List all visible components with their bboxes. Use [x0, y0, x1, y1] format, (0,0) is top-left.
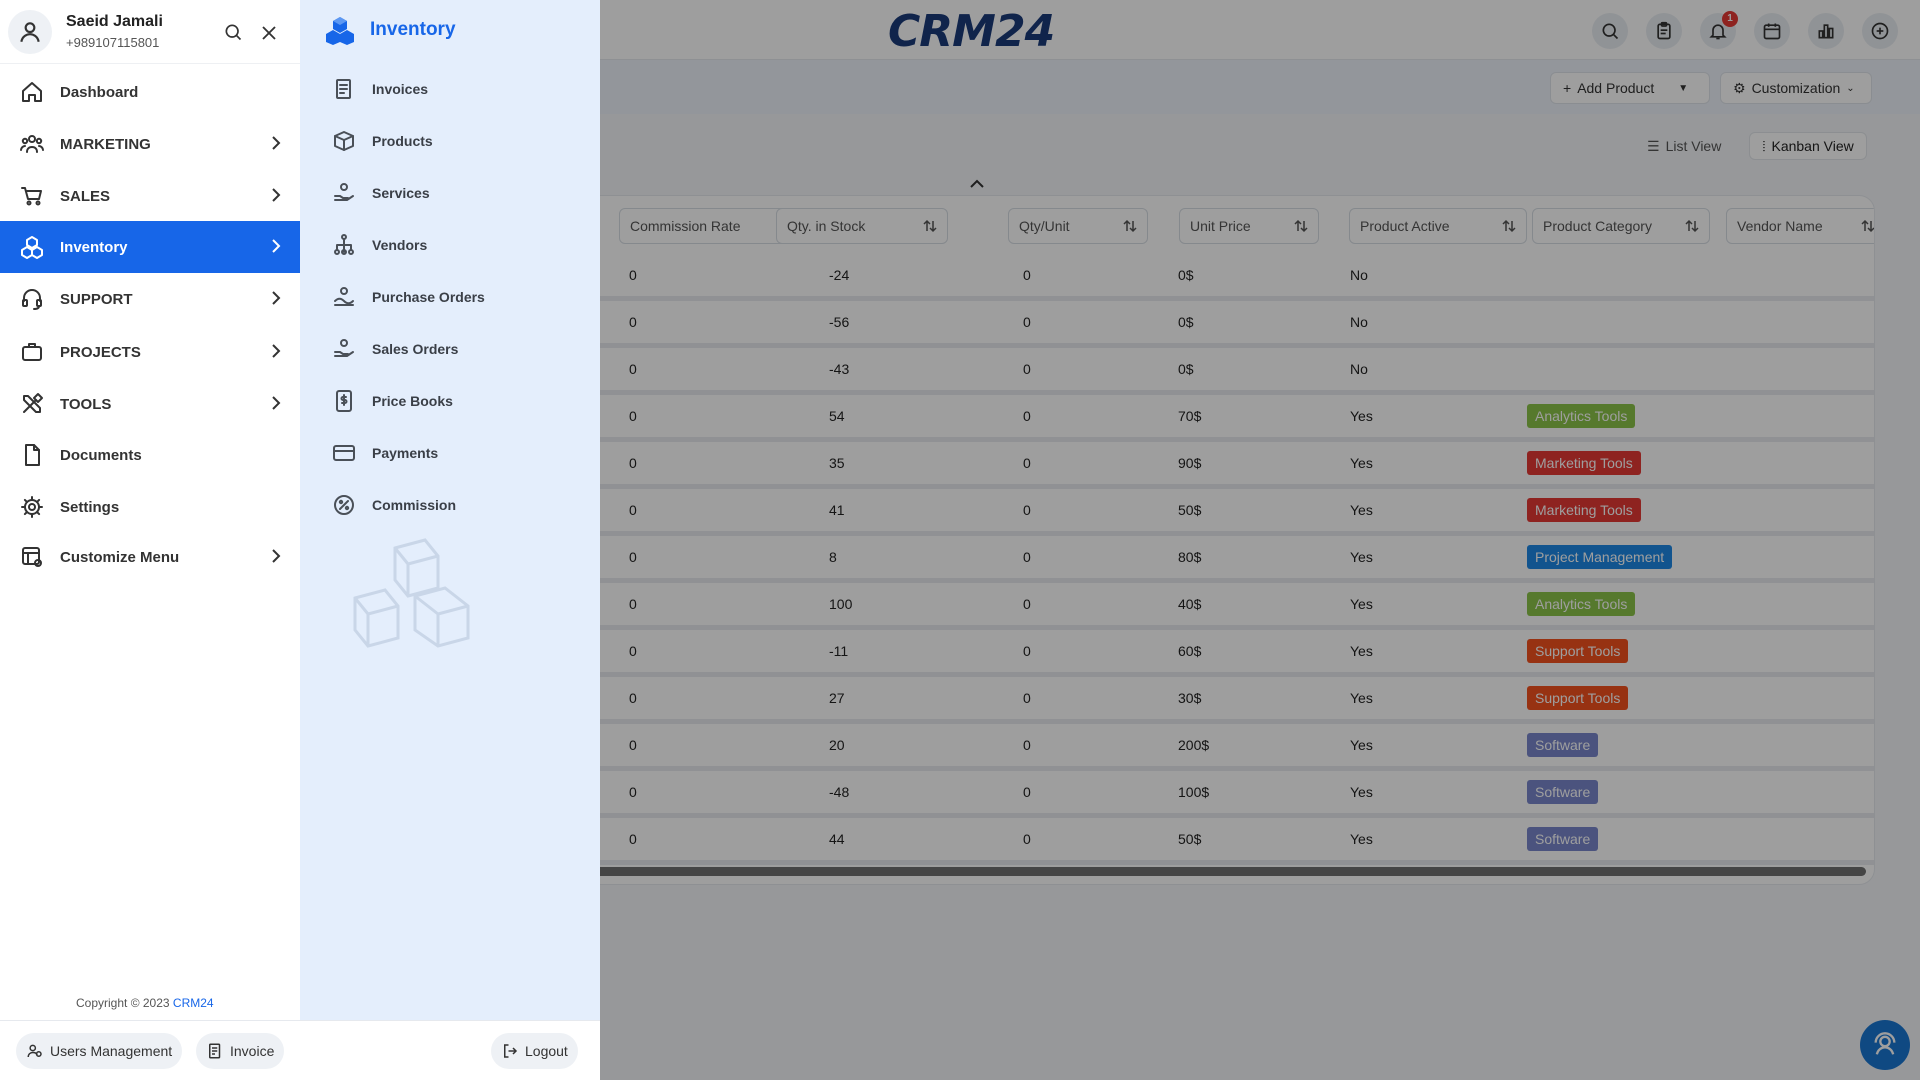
- boxes-icon: [326, 17, 354, 45]
- submenu-item-label: Price Books: [372, 393, 453, 409]
- sidebar-footer: Users Management Invoice Logout: [0, 1020, 600, 1080]
- users-management-label: Users Management: [50, 1043, 173, 1059]
- logout-icon: [504, 1044, 518, 1058]
- menu-search-icon[interactable]: [223, 22, 243, 42]
- sidebar-item-label: SUPPORT: [60, 290, 133, 308]
- tools-icon: [23, 393, 43, 413]
- service-hand-icon: [334, 183, 354, 201]
- submenu-item-purchase-orders[interactable]: Purchase Orders: [332, 282, 485, 312]
- submenu-item-label: Sales Orders: [372, 341, 459, 357]
- headset-icon: [22, 289, 42, 310]
- chevron-right-icon: [272, 549, 281, 563]
- submenu-item-label: Payments: [372, 445, 439, 461]
- copyright-text: Copyright © 2023: [76, 996, 173, 1010]
- chevron-right-icon: [272, 396, 281, 410]
- submenu-item-label: Invoices: [372, 81, 429, 97]
- price-book-icon: [336, 390, 352, 412]
- sidebar-item-label: Settings: [60, 498, 120, 516]
- submenu-item-label: Purchase Orders: [372, 289, 485, 305]
- profile-header: Saeid Jamali +989107115801: [0, 0, 300, 64]
- chevron-right-icon: [272, 136, 281, 150]
- logout-button[interactable]: Logout: [491, 1033, 578, 1069]
- purchase-order-icon: [334, 287, 354, 306]
- profile-name: Saeid Jamali: [66, 13, 163, 30]
- boxes-icon: [21, 236, 43, 259]
- sidebar-item-customize-menu[interactable]: Customize Menu: [0, 531, 300, 583]
- sidebar-item-support[interactable]: SUPPORT: [0, 273, 300, 325]
- user-icon: [20, 21, 40, 42]
- submenu-item-sales-orders[interactable]: Sales Orders: [332, 334, 458, 364]
- cart-icon: [21, 187, 42, 206]
- submenu-item-services[interactable]: Services: [332, 178, 430, 208]
- chevron-right-icon: [272, 239, 281, 253]
- payment-card-icon: [333, 445, 355, 461]
- sidebar-item-projects[interactable]: PROJECTS: [0, 326, 300, 378]
- sidebar-item-inventory[interactable]: Inventory: [0, 221, 300, 273]
- submenu-item-price-books[interactable]: Price Books: [332, 386, 453, 416]
- home-icon: [22, 82, 42, 102]
- inventory-submenu: Inventory Invoices Products Services Vendor…: [300, 0, 600, 1020]
- gear-icon: [21, 496, 43, 518]
- sidebar-item-label: Customize Menu: [60, 548, 180, 566]
- submenu-item-products[interactable]: Products: [332, 126, 433, 156]
- close-icon[interactable]: [260, 24, 278, 42]
- invoice-icon: [209, 1043, 221, 1059]
- sidebar-item-label: Inventory: [60, 238, 128, 256]
- sidebar-item-label: Documents: [60, 446, 142, 464]
- document-icon: [25, 444, 40, 466]
- sidebar-item-sales[interactable]: SALES: [0, 170, 300, 222]
- product-box-icon: [334, 131, 354, 151]
- customize-icon: [22, 547, 42, 567]
- sidebar-item-tools[interactable]: TOOLS: [0, 378, 300, 430]
- submenu-item-payments[interactable]: Payments: [332, 438, 438, 468]
- copyright-brand-link[interactable]: CRM24: [173, 996, 214, 1010]
- submenu-item-commission[interactable]: Commission: [332, 490, 456, 520]
- users-management-button[interactable]: Users Management: [16, 1033, 183, 1069]
- submenu-item-label: Commission: [372, 497, 457, 513]
- users-group-icon: [20, 135, 44, 153]
- submenu-item-vendors[interactable]: Vendors: [332, 230, 427, 260]
- chevron-right-icon: [272, 344, 281, 358]
- invoice-icon: [336, 79, 351, 99]
- copyright: Copyright © 2023 CRM24: [76, 996, 214, 1010]
- sidebar-item-documents[interactable]: Documents: [0, 429, 300, 481]
- submenu-item-label: Services: [372, 185, 430, 201]
- profile-phone: +989107115801: [66, 35, 160, 50]
- sidebar-item-settings[interactable]: Settings: [0, 481, 300, 533]
- boxes-illustration-icon: [353, 538, 470, 648]
- chevron-right-icon: [272, 291, 281, 305]
- submenu-header: Inventory: [324, 14, 456, 46]
- invoice-button[interactable]: Invoice: [196, 1033, 285, 1069]
- users-gear-icon: [27, 1044, 42, 1058]
- sidebar-item-label: Dashboard: [60, 83, 139, 101]
- percent-icon: [334, 495, 354, 515]
- invoice-label: Invoice: [230, 1043, 275, 1059]
- sidebar: Saeid Jamali +989107115801 Dashboard MARK…: [0, 0, 300, 1020]
- submenu-item-label: Products: [372, 133, 433, 149]
- submenu-item-label: Vendors: [372, 237, 428, 253]
- submenu-item-invoices[interactable]: Invoices: [332, 74, 428, 104]
- briefcase-icon: [22, 343, 42, 361]
- sidebar-item-label: TOOLS: [60, 395, 112, 413]
- chevron-right-icon: [272, 188, 281, 202]
- sales-order-icon: [334, 339, 354, 357]
- sidebar-item-marketing[interactable]: MARKETING: [0, 118, 300, 170]
- sidebar-item-label: MARKETING: [60, 135, 151, 153]
- sidebar-item-dashboard[interactable]: Dashboard: [0, 66, 300, 118]
- submenu-title: Inventory: [370, 19, 456, 40]
- sidebar-item-label: SALES: [60, 187, 111, 205]
- sidebar-item-label: PROJECTS: [60, 343, 141, 361]
- profile-text: Saeid Jamali +989107115801: [66, 13, 163, 50]
- logout-label: Logout: [525, 1043, 568, 1059]
- avatar[interactable]: [8, 9, 52, 54]
- vendor-tree-icon: [334, 234, 354, 255]
